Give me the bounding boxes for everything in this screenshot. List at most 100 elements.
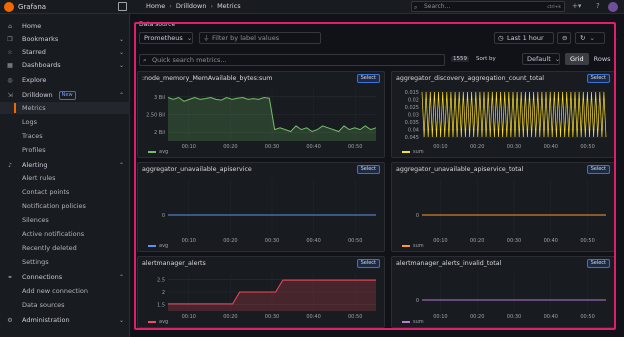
sort-label: Sort by	[476, 56, 496, 62]
help-icon[interactable]: ?	[596, 2, 600, 10]
sidebar-item-data-sources[interactable]: Data sources	[0, 299, 130, 311]
select-button[interactable]: Select	[356, 74, 380, 83]
chevron-up-icon[interactable]: ⌃	[119, 274, 124, 281]
panel-title: alertmanager_alerts_invalid_total	[396, 260, 502, 267]
panel-chart: 0.0450.04 0.0350.03 0.025 0.020.015 00:10 00:…	[405, 88, 607, 150]
chevron-up-icon[interactable]: ⌃	[119, 162, 124, 169]
select-button[interactable]: Select	[356, 165, 380, 174]
x-tick-label: 00:20	[470, 238, 484, 244]
sidebar-item-starred[interactable]: ☆ Starred ⌄	[0, 46, 130, 58]
quick-search-input[interactable]: ⌕ Quick search metrics...	[139, 54, 445, 66]
legend-swatch	[148, 245, 156, 247]
legend-swatch	[148, 321, 156, 323]
sidebar-item-contact-points[interactable]: Contact points	[0, 186, 130, 198]
sidebar-item-label: Home	[22, 22, 42, 30]
chevron-down-icon: ⌄	[554, 55, 561, 63]
y-tick-label: 0.035	[405, 120, 419, 126]
time-range-picker[interactable]: ◷ Last 1 hour	[494, 32, 554, 44]
breadcrumb-drilldown[interactable]: Drilldown	[176, 2, 207, 10]
datasource-value: Prometheus	[144, 34, 183, 42]
close-icon[interactable]: ›	[614, 36, 617, 44]
x-tick-label: 00:20	[470, 144, 484, 150]
legend-swatch	[148, 151, 156, 153]
sidebar-item-label: Logs	[22, 118, 37, 126]
select-button[interactable]: Select	[356, 259, 380, 268]
sidebar-item-settings[interactable]: Settings	[0, 256, 130, 268]
metric-panel: aggregator_unavailable_apiservice Select…	[137, 162, 385, 252]
breadcrumb-home[interactable]: Home	[146, 2, 165, 10]
sort-select[interactable]: Default ⌄	[522, 53, 560, 65]
quick-search-placeholder: Quick search metrics...	[152, 56, 227, 64]
panel-title: aggregator_unavailable_apiservice_total	[396, 166, 524, 173]
compass-icon: ◎	[7, 76, 13, 84]
sidebar-item-label: Bookmarks	[22, 35, 59, 43]
x-tick-label: 00:50	[580, 238, 594, 244]
sidebar-item-label: Active notifications	[22, 230, 85, 238]
sidebar-item-traces[interactable]: Traces	[0, 130, 130, 142]
sidebar-item-add-new-connection[interactable]: Add new connection	[0, 285, 130, 297]
chevron-right-icon: ›	[210, 2, 214, 10]
sidebar-item-home[interactable]: ⌂ Home	[0, 20, 130, 32]
gear-icon: ⚙	[7, 316, 13, 324]
sidebar-item-label: Administration	[22, 316, 70, 324]
panel-chart: 0 00:10 00:20 00:30 00:40 00:50	[416, 179, 606, 244]
sidebar-item-connections[interactable]: ⚭ Connections ⌃	[0, 271, 130, 283]
y-tick-label: 0	[416, 298, 419, 304]
select-button[interactable]: Select	[586, 74, 610, 83]
sidebar-item-drilldown[interactable]: ⇲ Drilldown New ⌃	[0, 89, 130, 101]
legend-swatch	[402, 321, 410, 323]
x-tick-label: 00:10	[182, 314, 196, 320]
sidebar-item-dashboards[interactable]: ▦ Dashboards ⌄	[0, 59, 130, 71]
metric-panel: :node_memory_MemAvailable_bytes:sum Sele…	[137, 71, 385, 158]
zoom-out-button[interactable]: ⊖	[557, 32, 571, 44]
x-tick-label: 00:40	[306, 238, 320, 244]
x-tick-label: 00:50	[348, 144, 362, 150]
chevron-down-icon: ⌄	[186, 34, 193, 42]
label-filter-input[interactable]: ⏚ Filter by label values	[199, 32, 321, 44]
chevron-down-icon[interactable]: ⌄	[119, 317, 124, 324]
sidebar-item-metrics[interactable]: Metrics	[0, 102, 130, 114]
x-tick-label: 00:30	[507, 314, 521, 320]
sidebar-item-profiles[interactable]: Profiles	[0, 144, 130, 156]
sidebar-item-alert-rules[interactable]: Alert rules	[0, 172, 130, 184]
bookmark-icon: ❐	[7, 35, 13, 43]
x-tick-label: 00:50	[580, 314, 594, 320]
panel-chart: 0 00:10 00:20 00:30 00:40 00:50	[416, 273, 606, 320]
sidebar-item-alerting[interactable]: ♪ Alerting ⌃	[0, 159, 130, 171]
chevron-down-icon[interactable]: ⌄	[119, 36, 124, 43]
x-tick-label: 00:50	[348, 314, 362, 320]
x-tick-label: 00:50	[580, 144, 594, 150]
avatar[interactable]	[608, 2, 618, 12]
search-input[interactable]: ⌕ Search... ctrl+k	[411, 1, 565, 12]
apps-icon: ▦	[7, 61, 13, 69]
sidebar-item-explore[interactable]: ◎ Explore	[0, 74, 130, 86]
view-toggle: Grid Rows	[565, 53, 616, 65]
sidebar-item-logs[interactable]: Logs	[0, 116, 130, 128]
rows-view-button[interactable]: Rows	[589, 53, 616, 65]
sidebar-item-label: Profiles	[22, 146, 46, 154]
clock-icon: ◷	[498, 34, 504, 42]
sidebar-item-recently-deleted[interactable]: Recently deleted	[0, 242, 130, 254]
chevron-down-icon[interactable]: ⌄	[119, 62, 124, 69]
panel-chart: 1.5 2 2.5 00:10 00:20 00:30 00:40 00:50	[157, 273, 376, 320]
datasource-select[interactable]: Prometheus ⌄	[139, 32, 193, 44]
y-tick-label: 2	[162, 290, 165, 296]
grid-view-button[interactable]: Grid	[565, 53, 589, 65]
sidebar-item-label: Settings	[22, 258, 49, 266]
sidebar-item-bookmarks[interactable]: ❐ Bookmarks ⌄	[0, 33, 130, 45]
select-button[interactable]: Select	[586, 259, 610, 268]
sidebar-item-silences[interactable]: Silences	[0, 214, 130, 226]
select-button[interactable]: Select	[586, 165, 610, 174]
y-tick-label: 0.045	[405, 135, 419, 141]
sidebar-toggle-icon[interactable]	[118, 2, 127, 11]
sidebar-item-active-notifications[interactable]: Active notifications	[0, 228, 130, 240]
sidebar-item-administration[interactable]: ⚙ Administration ⌄	[0, 314, 130, 326]
refresh-button[interactable]: ↻ ⌄	[575, 32, 605, 44]
plus-icon[interactable]: +▾	[572, 2, 581, 10]
chevron-up-icon[interactable]: ⌃	[119, 92, 124, 99]
sidebar-item-notification-policies[interactable]: Notification policies	[0, 200, 130, 212]
sidebar-item-label: Dashboards	[22, 61, 61, 69]
panel-title: aggregator_discovery_aggregation_count_t…	[396, 75, 545, 82]
chevron-down-icon[interactable]: ⌄	[119, 49, 124, 56]
grafana-logo-icon[interactable]	[4, 1, 14, 12]
